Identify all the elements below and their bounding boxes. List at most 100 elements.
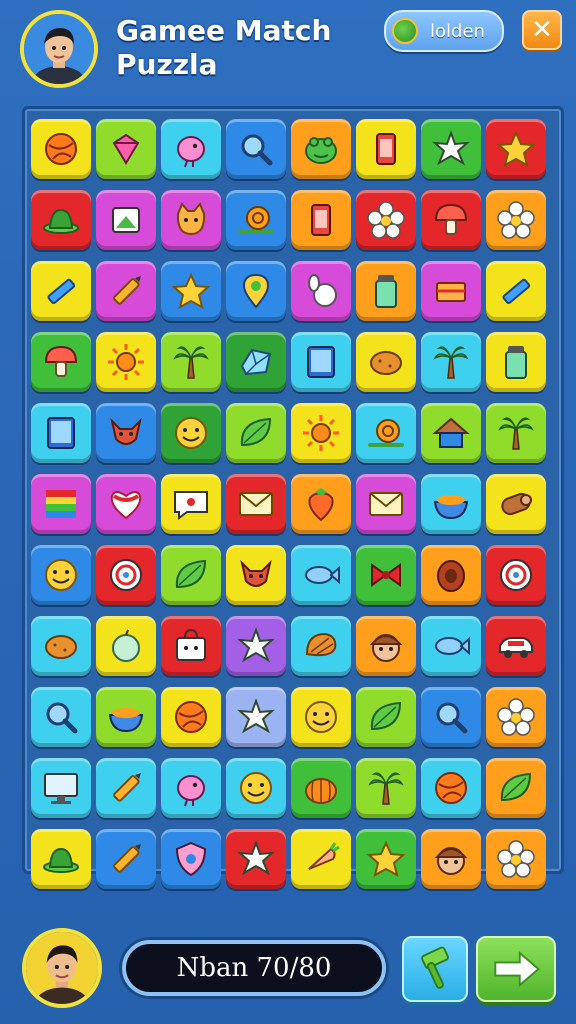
tile[interactable]: [356, 687, 416, 747]
tile[interactable]: [421, 119, 481, 179]
tile[interactable]: [96, 687, 156, 747]
tile[interactable]: [291, 119, 351, 179]
tile[interactable]: [291, 545, 351, 605]
tile[interactable]: [421, 190, 481, 250]
tile[interactable]: [421, 474, 481, 534]
tile[interactable]: [226, 261, 286, 321]
tile[interactable]: [486, 616, 546, 676]
tile[interactable]: [486, 332, 546, 392]
tile[interactable]: [96, 616, 156, 676]
tile[interactable]: [356, 119, 416, 179]
tile[interactable]: [161, 261, 221, 321]
tile[interactable]: [96, 332, 156, 392]
tile[interactable]: [486, 474, 546, 534]
tile[interactable]: [31, 190, 91, 250]
tile[interactable]: [96, 190, 156, 250]
tile[interactable]: [356, 190, 416, 250]
tile[interactable]: [161, 119, 221, 179]
tile[interactable]: [31, 829, 91, 889]
tile[interactable]: [226, 190, 286, 250]
tile[interactable]: [356, 616, 416, 676]
tile[interactable]: [96, 403, 156, 463]
tile[interactable]: [31, 758, 91, 818]
tile[interactable]: [226, 403, 286, 463]
tile[interactable]: [226, 758, 286, 818]
tile[interactable]: [226, 332, 286, 392]
hammer-button[interactable]: [402, 936, 468, 1002]
tile[interactable]: [421, 616, 481, 676]
tile[interactable]: [161, 829, 221, 889]
tile[interactable]: [291, 261, 351, 321]
tile[interactable]: [31, 403, 91, 463]
tile[interactable]: [161, 758, 221, 818]
tile[interactable]: [486, 758, 546, 818]
tile[interactable]: [356, 545, 416, 605]
tile[interactable]: [291, 474, 351, 534]
crayon-icon: [113, 276, 141, 305]
tile[interactable]: [31, 474, 91, 534]
tile[interactable]: [96, 474, 156, 534]
tile[interactable]: [356, 403, 416, 463]
tile[interactable]: [96, 758, 156, 818]
close-button[interactable]: ✕: [522, 10, 562, 50]
tile[interactable]: [291, 758, 351, 818]
tile[interactable]: [486, 119, 546, 179]
tile[interactable]: [421, 829, 481, 889]
tile[interactable]: [226, 829, 286, 889]
tile[interactable]: [486, 403, 546, 463]
tile[interactable]: [31, 119, 91, 179]
tile[interactable]: [291, 687, 351, 747]
tile[interactable]: [356, 829, 416, 889]
tile[interactable]: [291, 332, 351, 392]
tile[interactable]: [356, 332, 416, 392]
tile[interactable]: [161, 545, 221, 605]
tile[interactable]: [96, 545, 156, 605]
tile[interactable]: [31, 545, 91, 605]
tile[interactable]: [31, 261, 91, 321]
jar-icon: [375, 275, 397, 308]
tile[interactable]: [96, 119, 156, 179]
next-button[interactable]: [476, 936, 556, 1002]
tile[interactable]: [96, 261, 156, 321]
tile[interactable]: [486, 687, 546, 747]
tile[interactable]: [486, 545, 546, 605]
magnifier-icon: [241, 134, 273, 166]
tile[interactable]: [421, 758, 481, 818]
tile[interactable]: [226, 687, 286, 747]
tile[interactable]: [356, 758, 416, 818]
tile[interactable]: [486, 190, 546, 250]
tile[interactable]: [161, 474, 221, 534]
tile[interactable]: [421, 403, 481, 463]
tile[interactable]: [486, 261, 546, 321]
tile[interactable]: [161, 687, 221, 747]
tile[interactable]: [161, 616, 221, 676]
tile[interactable]: [161, 332, 221, 392]
palm-tree-icon: [433, 346, 469, 379]
tile[interactable]: [96, 829, 156, 889]
player-avatar[interactable]: [20, 10, 98, 88]
tile[interactable]: [291, 190, 351, 250]
tile[interactable]: [226, 616, 286, 676]
tile[interactable]: [31, 616, 91, 676]
tile[interactable]: [291, 616, 351, 676]
tile[interactable]: [226, 545, 286, 605]
tile[interactable]: [486, 829, 546, 889]
tile[interactable]: [421, 545, 481, 605]
tile[interactable]: [356, 474, 416, 534]
leaf-icon: [500, 772, 532, 802]
player-avatar-bottom[interactable]: [22, 928, 102, 1008]
tile[interactable]: [291, 829, 351, 889]
coin-pill[interactable]: lolden: [384, 10, 504, 52]
tile[interactable]: [31, 687, 91, 747]
tile[interactable]: [161, 190, 221, 250]
tile[interactable]: [421, 261, 481, 321]
tile[interactable]: [161, 403, 221, 463]
hat-icon: [43, 847, 79, 873]
tile[interactable]: [226, 119, 286, 179]
tile[interactable]: [356, 261, 416, 321]
tile[interactable]: [31, 332, 91, 392]
tile[interactable]: [421, 332, 481, 392]
tile[interactable]: [421, 687, 481, 747]
tile[interactable]: [226, 474, 286, 534]
tile[interactable]: [291, 403, 351, 463]
